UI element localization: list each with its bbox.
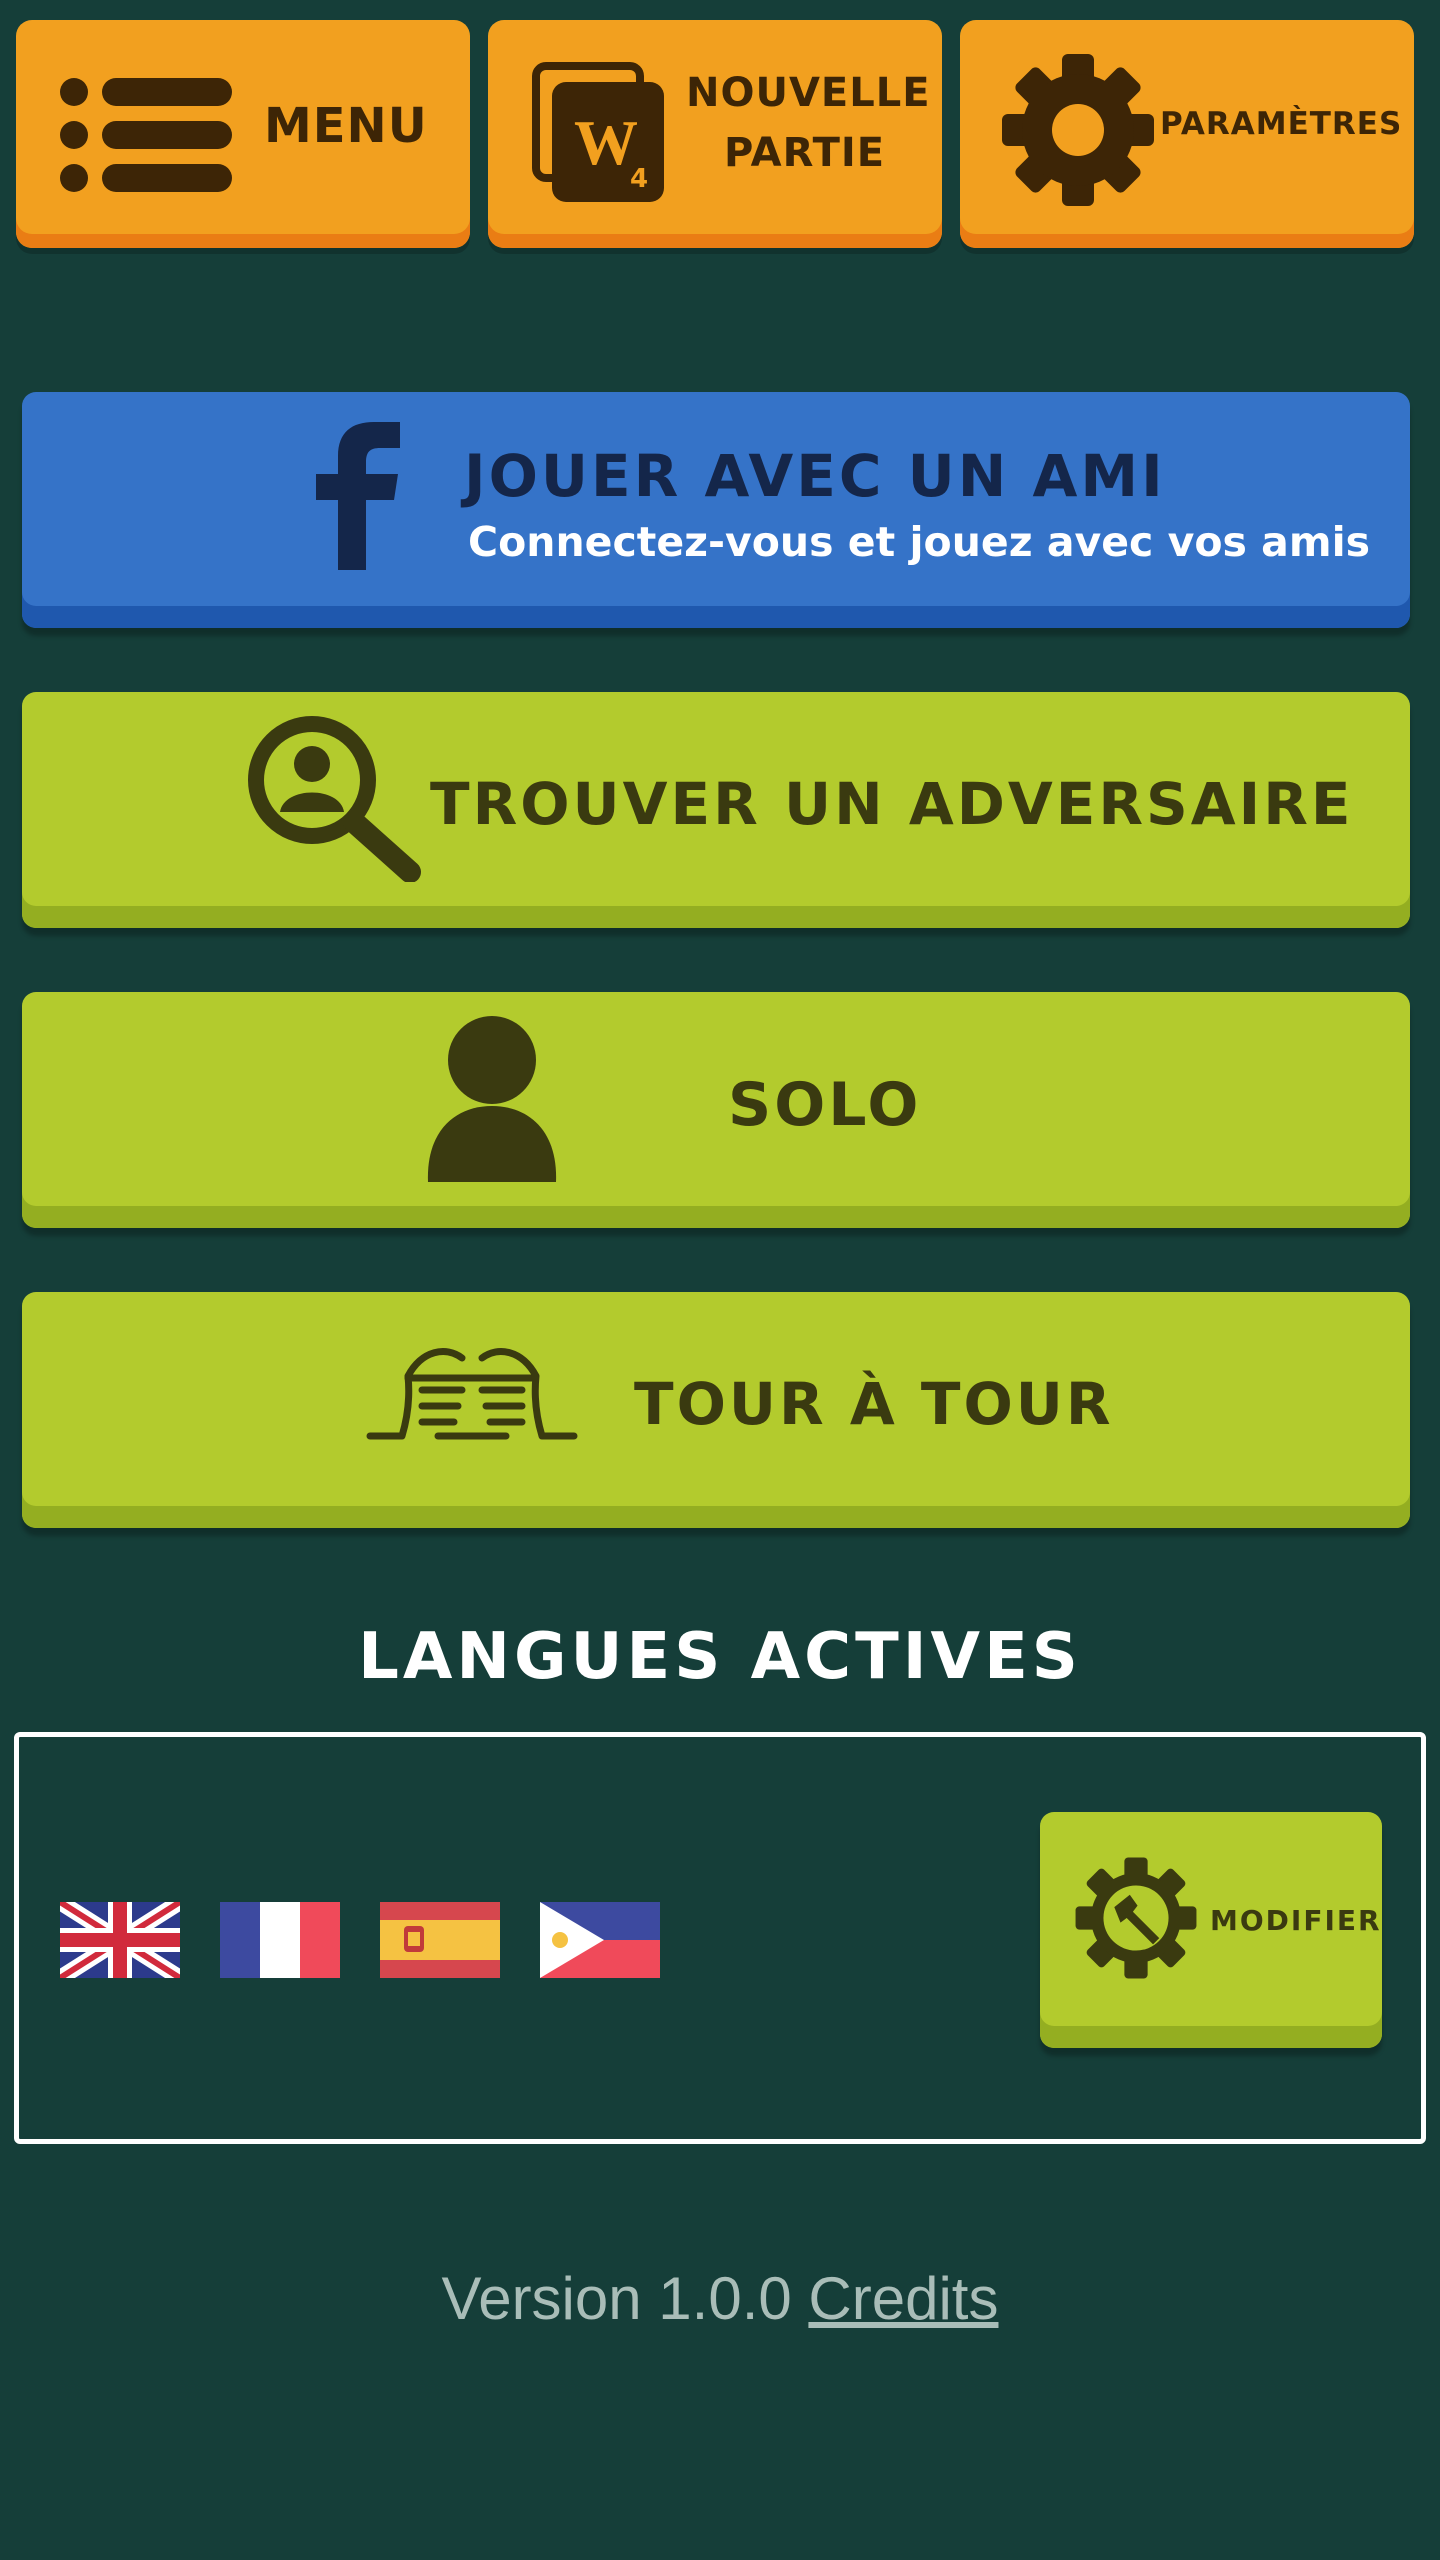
footer: Version 1.0.0 Credits xyxy=(0,2264,1440,2333)
gear-wrench-icon xyxy=(1075,1857,1197,1979)
pass-device-icon xyxy=(366,1348,578,1440)
facebook-icon xyxy=(316,422,400,570)
person-icon xyxy=(427,1016,557,1182)
turn-based-label: TOUR À TOUR xyxy=(634,1370,1114,1438)
solo-label: SOLO xyxy=(728,1070,922,1140)
languages-heading: LANGUES ACTIVES xyxy=(358,1620,1082,1694)
modify-languages-button[interactable]: MODIFIER xyxy=(1040,1812,1382,2048)
search-user-icon xyxy=(248,716,421,882)
credits-link[interactable]: Credits xyxy=(808,2265,998,2332)
find-opponent-button[interactable]: TROUVER UN ADVERSAIRE xyxy=(22,692,1410,928)
new-game-button[interactable]: W 4 NOUVELLE PARTIE xyxy=(488,20,942,248)
spain-flag-icon xyxy=(380,1902,500,1978)
settings-label: PARAMÈTRES xyxy=(1160,106,1403,142)
turn-based-button[interactable]: TOUR À TOUR xyxy=(22,1292,1410,1528)
menu-button[interactable]: MENU xyxy=(16,20,470,248)
menu-label: MENU xyxy=(264,98,428,154)
menu-list-icon xyxy=(60,78,232,192)
friend-subtitle: Connectez-vous et jouez avec vos amis xyxy=(468,518,1371,566)
france-flag-icon xyxy=(220,1902,340,1978)
friend-title: JOUER AVEC UN AMI xyxy=(464,442,1166,510)
word-tile-icon: W 4 xyxy=(532,62,664,202)
version-text: Version 1.0.0 xyxy=(441,2265,792,2332)
settings-button[interactable]: PARAMÈTRES xyxy=(960,20,1414,248)
gear-icon xyxy=(1002,54,1154,206)
new-game-label-line1: NOUVELLE xyxy=(686,70,931,116)
play-with-friend-button[interactable]: JOUER AVEC UN AMI Connectez-vous et joue… xyxy=(22,392,1410,628)
solo-button[interactable]: SOLO xyxy=(22,992,1410,1228)
find-opponent-label: TROUVER UN ADVERSAIRE xyxy=(430,770,1354,838)
philippines-flag-icon xyxy=(540,1902,660,1978)
modify-label: MODIFIER xyxy=(1210,1904,1382,1937)
uk-flag-icon xyxy=(60,1902,180,1978)
new-game-label-line2: PARTIE xyxy=(724,130,886,176)
